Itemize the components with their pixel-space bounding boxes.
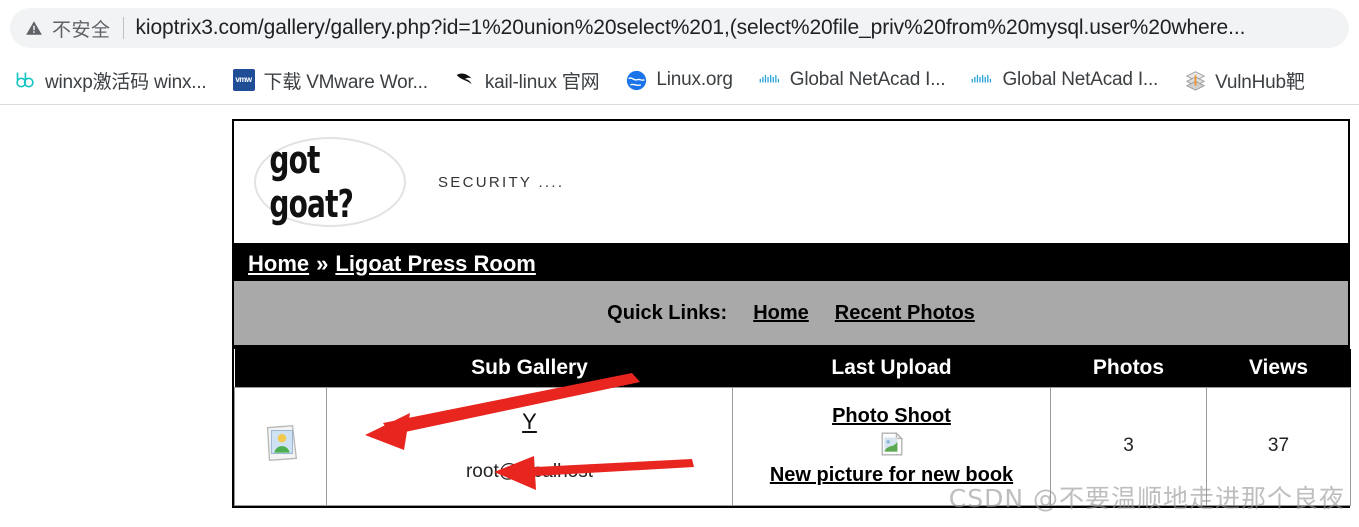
- breadcrumb-separator: »: [316, 250, 329, 276]
- bookmark-label: Linux.org: [656, 69, 733, 90]
- broken-image-icon: [879, 431, 905, 457]
- breadcrumb: Home » Ligoat Press Room: [234, 243, 1348, 281]
- security-status-label: 不安全: [52, 19, 111, 41]
- bookmark-netacad-1[interactable]: Global NetAcad I...: [759, 69, 946, 91]
- logo-text: got goat?: [269, 138, 354, 226]
- table-row: Y root@localhost Photo Shoot New picture…: [234, 386, 1351, 506]
- gallery-table-head: Sub Gallery Last Upload Photos Views: [234, 349, 1351, 387]
- globe-icon: [625, 69, 647, 91]
- last-upload-primary-link[interactable]: Photo Shoot: [733, 404, 1050, 429]
- last-upload-secondary-link[interactable]: New picture for new book: [733, 463, 1050, 488]
- vmware-icon: vmw: [232, 69, 255, 91]
- cell-sub-gallery: Y root@localhost: [326, 386, 733, 506]
- col-header-sub-gallery: Sub Gallery: [326, 349, 733, 387]
- quick-link-home[interactable]: Home: [753, 302, 809, 325]
- cisco-icon: [759, 69, 781, 91]
- cell-views-count: 37: [1206, 386, 1351, 506]
- omnibox-row: 不安全 kioptrix3.com/gallery/gallery.php?id…: [0, 0, 1359, 56]
- site-container: got goat? SECURITY .... Home » Ligoat Pr…: [232, 119, 1351, 508]
- quick-link-recent-photos[interactable]: Recent Photos: [835, 302, 975, 325]
- warning-triangle-icon[interactable]: [24, 18, 44, 38]
- site-masthead: got goat? SECURITY ....: [234, 121, 1348, 243]
- bookmark-label: Global NetAcad I...: [789, 69, 946, 90]
- bookmark-winxp[interactable]: winxp激活码 winx...: [14, 67, 207, 94]
- sub-gallery-link[interactable]: Y: [522, 409, 537, 435]
- dd-icon: [14, 69, 36, 91]
- site-logo: got goat?: [256, 138, 404, 226]
- cell-album-icon: [234, 386, 327, 506]
- bookmark-label: 下载 VMware Wor...: [263, 71, 429, 93]
- bookmark-label: VulnHub靶: [1215, 71, 1305, 93]
- bookmarks-bar: winxp激活码 winx... vmw 下载 VMware Wor... ka…: [0, 56, 1359, 104]
- page-viewport: got goat? SECURITY .... Home » Ligoat Pr…: [0, 105, 1359, 527]
- bookmark-vmware[interactable]: vmw 下载 VMware Wor...: [232, 67, 429, 94]
- col-header-last-upload: Last Upload: [732, 349, 1051, 387]
- table-header-row: Sub Gallery Last Upload Photos Views: [234, 349, 1351, 387]
- bookmark-netacad-2[interactable]: Global NetAcad I...: [971, 69, 1158, 91]
- site-tagline: SECURITY ....: [438, 173, 565, 191]
- cell-photos-count: 3: [1050, 386, 1207, 506]
- bookmark-label: winxp激活码 winx...: [45, 71, 207, 93]
- breadcrumb-current-link[interactable]: Ligoat Press Room: [335, 251, 535, 277]
- omnibox-divider: [122, 17, 124, 39]
- bookmark-vulnhub[interactable]: VulnHub靶: [1184, 67, 1305, 94]
- gallery-table: Sub Gallery Last Upload Photos Views Y r…: [234, 349, 1351, 506]
- browser-chrome: 不安全 kioptrix3.com/gallery/gallery.php?id…: [0, 0, 1359, 105]
- gallery-table-body: Y root@localhost Photo Shoot New picture…: [234, 386, 1351, 506]
- breadcrumb-home-link[interactable]: Home: [248, 251, 309, 277]
- bookmark-linuxorg[interactable]: Linux.org: [625, 69, 733, 91]
- quick-links-label: Quick Links:: [607, 301, 728, 324]
- address-bar[interactable]: 不安全 kioptrix3.com/gallery/gallery.php?id…: [10, 8, 1349, 48]
- photo-album-icon: [258, 420, 304, 466]
- bookmark-label: Global NetAcad I...: [1002, 69, 1159, 90]
- sub-gallery-owner: root@localhost: [465, 461, 594, 482]
- cisco-icon: [971, 69, 993, 91]
- bookmark-label: kail-linux 官网: [484, 71, 600, 93]
- col-header-photos: Photos: [1050, 349, 1207, 387]
- col-header-views: Views: [1206, 349, 1351, 387]
- kali-dragon-icon: [454, 69, 476, 91]
- col-header-icon: [234, 349, 327, 387]
- url-text[interactable]: kioptrix3.com/gallery/gallery.php?id=1%2…: [136, 16, 1335, 40]
- bookmark-kali[interactable]: kail-linux 官网: [454, 67, 600, 94]
- quick-links-bar: Quick Links: Home Recent Photos: [234, 281, 1348, 349]
- cell-last-upload: Photo Shoot New picture for new book: [732, 386, 1051, 506]
- vulnhub-icon: [1184, 69, 1206, 91]
